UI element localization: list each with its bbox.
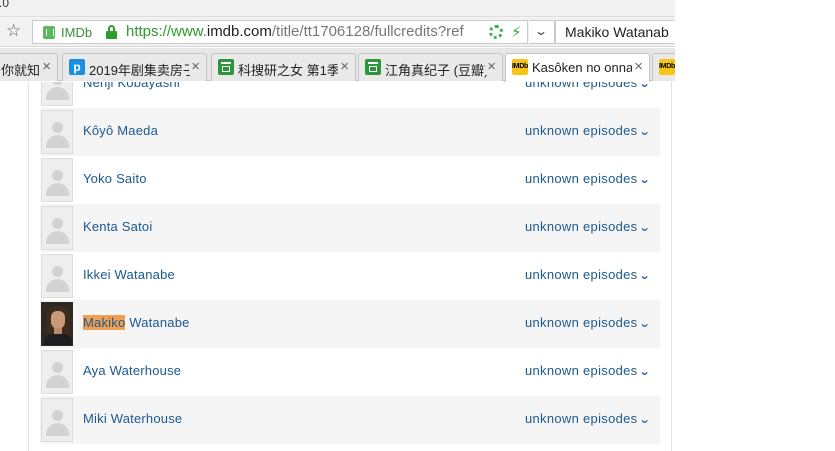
- url-path: /title/tt1706128/fullcredits?ref: [271, 23, 464, 40]
- avatar-placeholder[interactable]: [41, 398, 73, 442]
- tab-active[interactable]: IMDb Kasôken no onna ×: [505, 53, 650, 82]
- search-input-value: Makiko Watanab: [565, 24, 669, 40]
- cast-name-link[interactable]: Kôyô Maeda: [83, 123, 158, 138]
- tab-title: 科搜研之女 第1季: [238, 63, 340, 78]
- chevron-down-icon: ⌄: [533, 24, 549, 38]
- cast-name-link[interactable]: Kenta Satoi: [83, 219, 152, 234]
- double-chevron-down-icon: ⌄: [639, 222, 652, 234]
- cast-name-link[interactable]: Nenji Kobayashi: [83, 82, 180, 90]
- cast-row: Kenta Satoi unknown episodes ⌄: [40, 204, 660, 252]
- url-text[interactable]: https://www.imdb.com/title/tt1706128/ful…: [126, 23, 481, 40]
- close-icon[interactable]: ×: [485, 58, 496, 75]
- cast-row: Aya Waterhouse unknown episodes ⌄: [40, 348, 660, 396]
- double-chevron-down-icon: ⌄: [639, 366, 652, 378]
- douban-icon: [365, 59, 381, 75]
- double-chevron-down-icon: ⌄: [639, 414, 652, 426]
- close-icon[interactable]: ×: [632, 58, 643, 75]
- site-label[interactable]: IMDb: [61, 25, 92, 40]
- close-icon[interactable]: ×: [338, 58, 349, 75]
- cast-name-link[interactable]: Yoko Saito: [83, 171, 147, 186]
- refresh-extension-icon[interactable]: [489, 25, 503, 39]
- browser-window: .0 ☆ IMDb https://www.imdb.com/title/tt1…: [0, 0, 675, 451]
- double-chevron-down-icon: ⌄: [639, 318, 652, 330]
- tab-strip: 你就知 × p 2019年剧集卖房子 × 科搜研之女 第1季 × 江角真纪子 (…: [0, 48, 675, 82]
- cast-row: Nenji Kobayashi unknown episodes ⌄: [40, 82, 660, 108]
- address-dropdown-button[interactable]: ⌄: [529, 20, 555, 44]
- double-chevron-down-icon: ⌄: [639, 174, 652, 186]
- episodes-toggle[interactable]: unknown episodes ⌄: [525, 123, 652, 138]
- tab-title: 江角真纪子 (豆瓣): [385, 63, 489, 78]
- close-icon[interactable]: ×: [189, 58, 200, 75]
- tab-3[interactable]: 科搜研之女 第1季 ×: [211, 53, 356, 81]
- episodes-toggle[interactable]: unknown episodes ⌄: [525, 267, 652, 282]
- close-icon[interactable]: ×: [42, 58, 51, 75]
- avatar-placeholder[interactable]: [41, 350, 73, 394]
- url-scheme: https://www.: [126, 23, 207, 40]
- episodes-toggle[interactable]: unknown episodes ⌄: [525, 171, 652, 186]
- episodes-toggle[interactable]: unknown episodes ⌄: [525, 82, 652, 90]
- avatar-placeholder[interactable]: [41, 158, 73, 202]
- cast-row: Miki Waterhouse unknown episodes ⌄: [40, 396, 660, 444]
- p-icon: p: [69, 59, 85, 75]
- episodes-toggle[interactable]: unknown episodes ⌄: [525, 219, 652, 234]
- site-identity-icon[interactable]: [43, 26, 55, 39]
- avatar-placeholder[interactable]: [41, 254, 73, 298]
- search-highlight: Makiko: [83, 315, 126, 330]
- title-strip: .0: [0, 0, 675, 17]
- tab-6[interactable]: IMDb: [652, 53, 675, 81]
- tab-4[interactable]: 江角真纪子 (豆瓣) ×: [358, 53, 503, 81]
- tab-2[interactable]: p 2019年剧集卖房子 ×: [62, 53, 207, 81]
- cast-name-link[interactable]: Miki Waterhouse: [83, 411, 182, 426]
- tab-1[interactable]: 你就知 ×: [0, 53, 58, 81]
- double-chevron-down-icon: ⌄: [639, 270, 652, 282]
- avatar-placeholder[interactable]: [41, 82, 73, 106]
- url-host: imdb.com: [206, 23, 272, 40]
- divider: [671, 82, 672, 451]
- cast-row: Makiko Watanabe unknown episodes ⌄: [40, 300, 660, 348]
- episodes-toggle[interactable]: unknown episodes ⌄: [525, 315, 652, 330]
- avatar-placeholder[interactable]: [41, 110, 73, 154]
- double-chevron-down-icon: ⌄: [639, 126, 652, 138]
- avatar-photo[interactable]: [41, 302, 73, 346]
- avatar-placeholder[interactable]: [41, 206, 73, 250]
- tab-title: 2019年剧集卖房子: [89, 63, 196, 78]
- cast-name-link[interactable]: Aya Waterhouse: [83, 363, 181, 378]
- episodes-toggle[interactable]: unknown episodes ⌄: [525, 363, 652, 378]
- episodes-toggle[interactable]: unknown episodes ⌄: [525, 411, 652, 426]
- cast-name-link[interactable]: Ikkei Watanabe: [83, 267, 175, 282]
- bolt-extension-icon[interactable]: ⚡: [511, 23, 522, 41]
- search-input[interactable]: Makiko Watanab: [555, 20, 675, 44]
- cast-row: Kôyô Maeda unknown episodes ⌄: [40, 108, 660, 156]
- tab-title: 你就知: [1, 63, 41, 78]
- cast-row: Ikkei Watanabe unknown episodes ⌄: [40, 252, 660, 300]
- version-fragment: .0: [0, 0, 10, 10]
- double-chevron-down-icon: ⌄: [639, 82, 652, 90]
- lock-icon[interactable]: [105, 25, 118, 40]
- address-bar[interactable]: IMDb https://www.imdb.com/title/tt170612…: [32, 20, 528, 44]
- address-toolbar: ☆ IMDb https://www.imdb.com/title/tt1706…: [0, 17, 675, 47]
- cast-row: Yoko Saito unknown episodes ⌄: [40, 156, 660, 204]
- douban-icon: [218, 59, 234, 75]
- imdb-icon: IMDb: [659, 59, 675, 75]
- cast-name-link[interactable]: Makiko Watanabe: [83, 315, 190, 330]
- bookmark-star-icon[interactable]: ☆: [6, 22, 21, 40]
- tab-title: Kasôken no onna: [532, 60, 634, 75]
- imdb-icon: IMDb: [512, 59, 528, 75]
- divider: [28, 82, 29, 451]
- cast-list: Nenji Kobayashi unknown episodes ⌄ Kôyô M…: [0, 82, 675, 451]
